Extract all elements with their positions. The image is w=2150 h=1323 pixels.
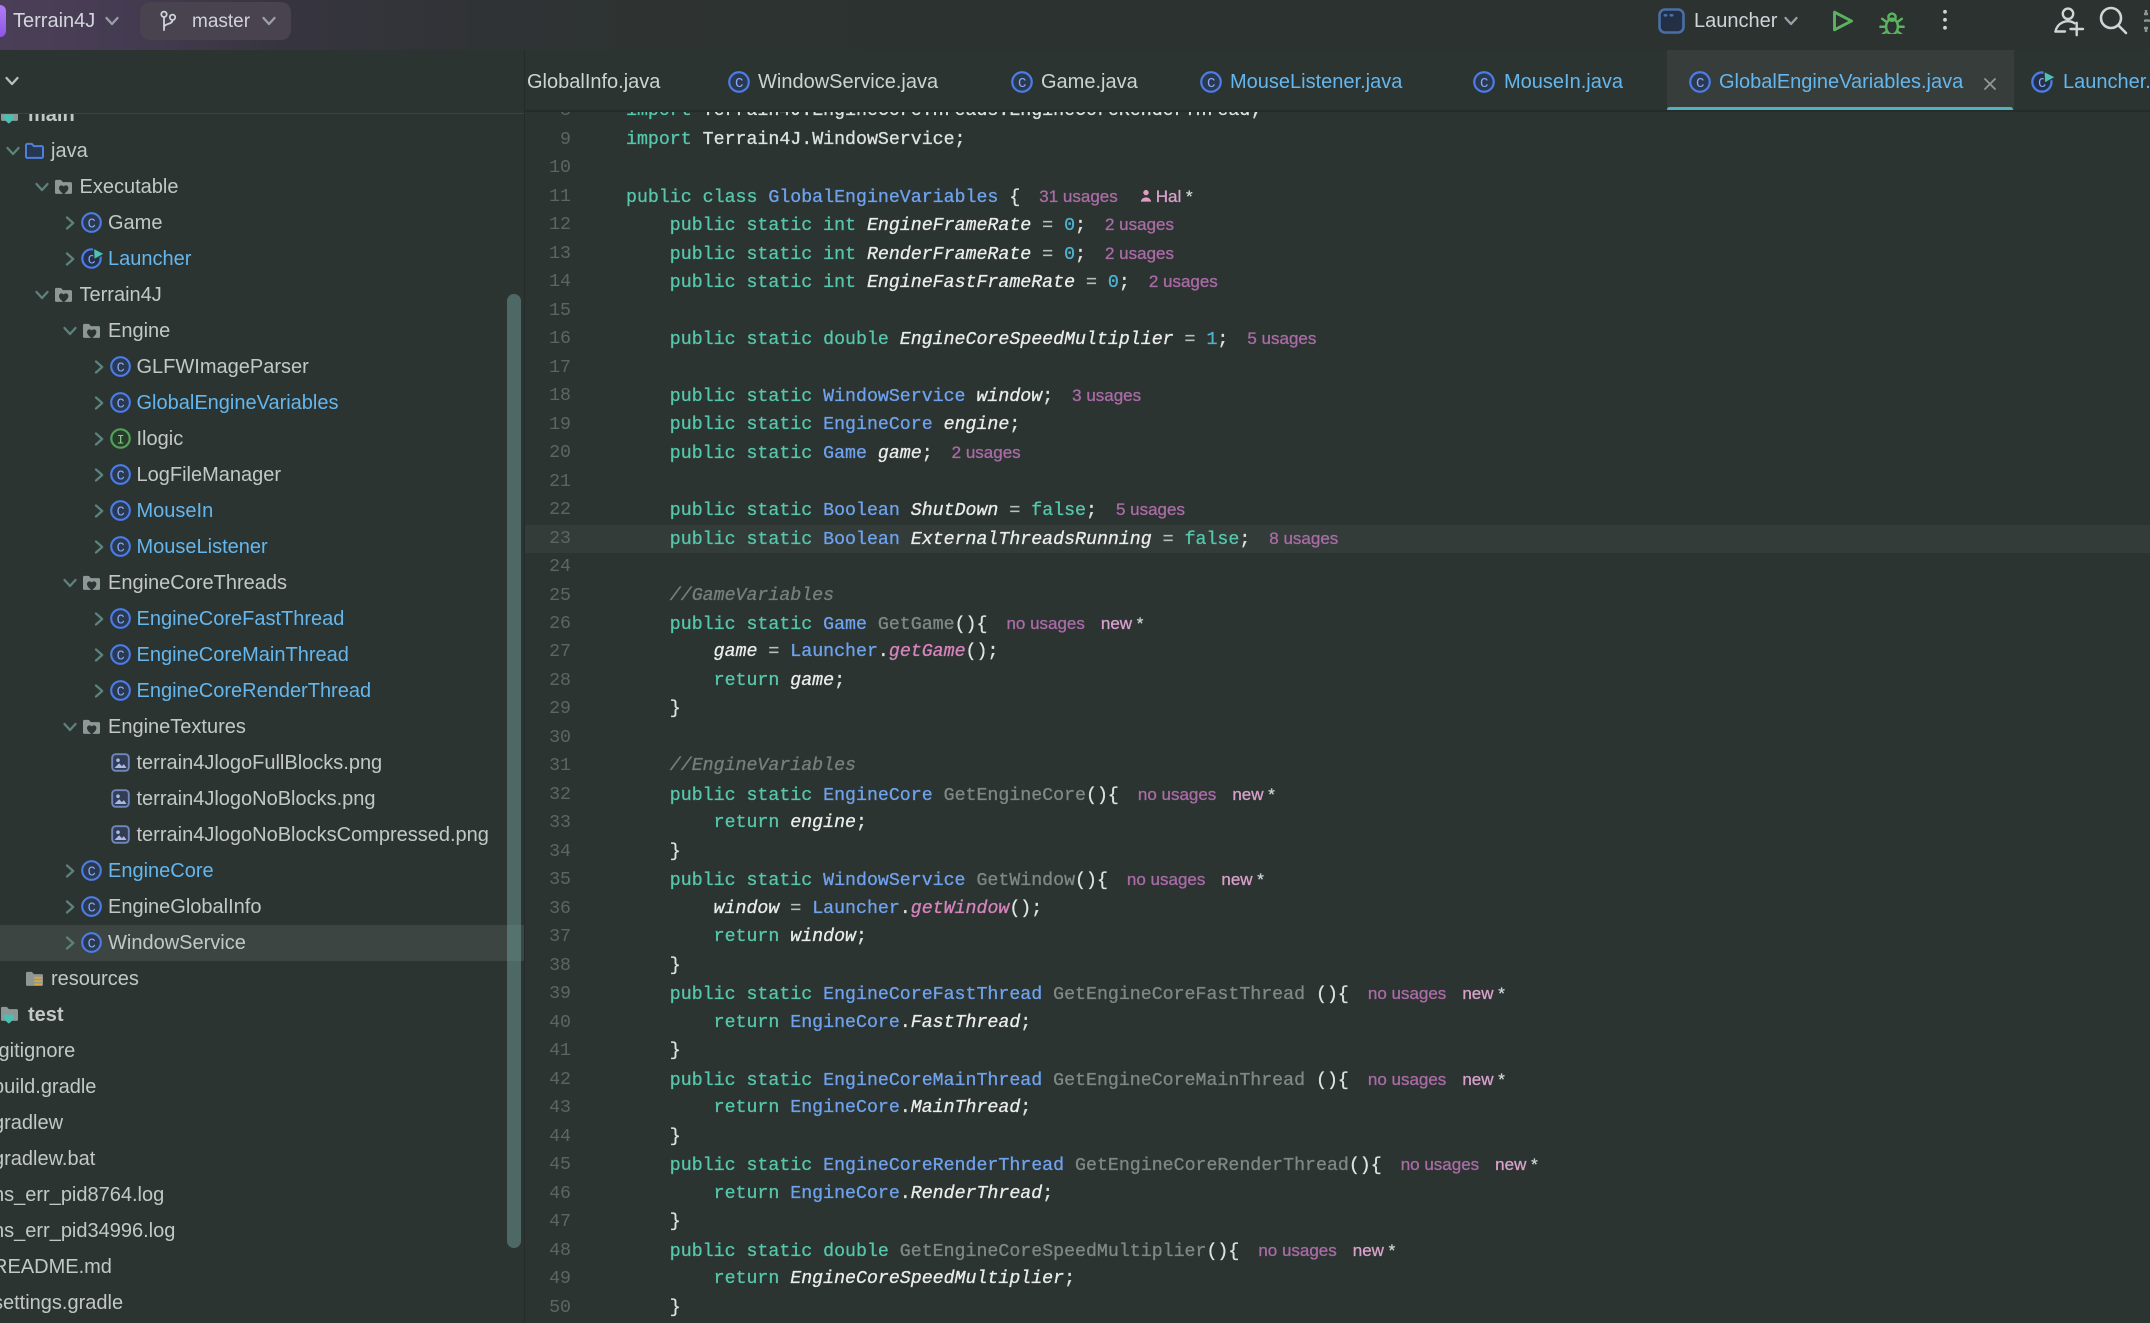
svg-text:C: C: [116, 685, 124, 700]
svg-text:C: C: [116, 469, 124, 484]
svg-text:C: C: [116, 613, 124, 628]
svg-text:C: C: [116, 361, 124, 376]
svg-text:C: C: [735, 76, 743, 92]
svg-text:C: C: [116, 397, 124, 412]
svg-text:I: I: [116, 432, 124, 447]
svg-text:C: C: [116, 649, 124, 664]
svg-text:C: C: [88, 901, 96, 916]
svg-text:C: C: [116, 505, 124, 520]
svg-text:C: C: [1696, 76, 1704, 92]
svg-text:C: C: [116, 541, 124, 556]
svg-text:C: C: [88, 865, 96, 880]
svg-text:C: C: [88, 217, 96, 232]
svg-text:C: C: [88, 937, 96, 952]
svg-text:C: C: [1207, 76, 1215, 92]
svg-text:C: C: [1480, 76, 1488, 92]
svg-text:C: C: [1018, 76, 1026, 92]
